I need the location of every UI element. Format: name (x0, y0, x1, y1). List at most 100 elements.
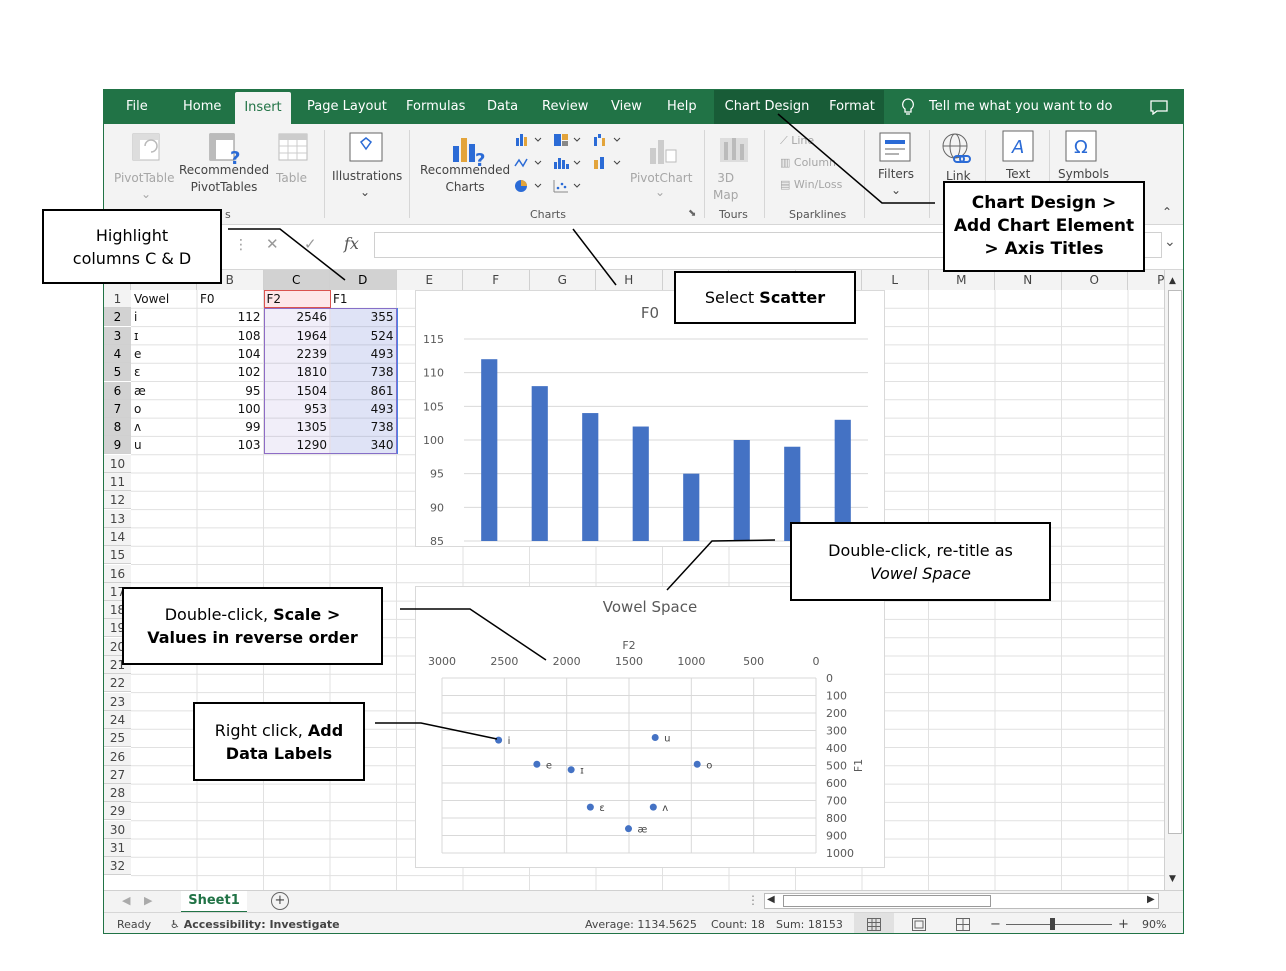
table-cell[interactable]: 1290 (264, 436, 331, 454)
table-cell[interactable]: 95 (197, 382, 264, 400)
table-cell[interactable]: æ (131, 382, 197, 400)
combo-chart-icon[interactable] (593, 156, 623, 170)
table-cell[interactable]: 1964 (264, 327, 331, 345)
table-cell[interactable]: ɪ (131, 327, 197, 345)
table-button[interactable]: Table (276, 170, 307, 187)
comments-icon[interactable] (1150, 100, 1168, 115)
vertical-scrollbar[interactable]: ▲ ▼ (1164, 270, 1183, 890)
scatter-point[interactable] (567, 766, 575, 774)
statistic-chart-icon[interactable] (553, 156, 583, 170)
f0-chart[interactable]: F0859095100105110115iɪeɛæoʌu (415, 290, 885, 561)
row-header-27[interactable]: 27 (104, 765, 131, 784)
pivottable-button[interactable]: PivotTable (114, 170, 175, 187)
collapse-ribbon-chevron[interactable]: ⌃ (1162, 204, 1172, 221)
table-cell[interactable]: ʌ (131, 418, 197, 436)
recommended-charts-button[interactable]: Recommended Charts (420, 162, 510, 196)
sheet-scroll-left[interactable]: ◀ (122, 894, 130, 907)
f0-bar[interactable] (531, 386, 548, 541)
sparkline-winloss-button[interactable]: ▤ Win/Loss (780, 176, 842, 193)
scatter-data-label[interactable]: o (706, 760, 712, 771)
row-header-10[interactable]: 10 (104, 454, 131, 473)
row-header-14[interactable]: 14 (104, 527, 131, 546)
filters-dropdown-chevron[interactable]: ⌄ (891, 182, 901, 199)
row-header-4[interactable]: 4 (104, 344, 131, 363)
scatter-point[interactable] (651, 734, 659, 741)
tab-page-layout[interactable]: Page Layout (307, 90, 387, 124)
table-cell[interactable]: 738 (330, 363, 397, 381)
illustrations-dropdown-chevron[interactable]: ⌄ (360, 184, 370, 201)
tab-split-handle[interactable]: ⋮ (747, 893, 759, 907)
tab-formulas[interactable]: Formulas (406, 90, 465, 124)
column-header-g[interactable]: G (529, 270, 596, 290)
f1-axis-title[interactable]: F1 (852, 759, 865, 772)
line-chart-icon[interactable] (514, 156, 544, 170)
scatter-point[interactable] (533, 760, 541, 768)
header-cell[interactable]: Vowel (131, 290, 197, 308)
table-cell[interactable]: 1810 (264, 363, 331, 381)
row-header-26[interactable]: 26 (104, 747, 131, 766)
horizontal-scroll-thumb[interactable] (783, 895, 991, 907)
row-header-29[interactable]: 29 (104, 802, 131, 821)
sparkline-column-button[interactable]: ▥ Column (780, 154, 836, 171)
table-cell[interactable]: 100 (197, 400, 264, 418)
row-header-1[interactable]: 1 (104, 290, 131, 308)
scatter-chart-icon[interactable] (553, 179, 583, 193)
header-cell[interactable]: F1 (330, 290, 397, 308)
cancel-icon[interactable]: ✕ (266, 235, 279, 253)
scatter-data-label[interactable]: i (508, 736, 511, 747)
filters-button[interactable]: Filters (878, 166, 914, 183)
charts-dialog-launcher[interactable]: ⬊ (688, 208, 696, 219)
table-cell[interactable]: o (131, 400, 197, 418)
f0-bar[interactable] (632, 426, 649, 541)
pie-chart-icon[interactable] (514, 179, 544, 193)
hierarchy-chart-icon[interactable] (553, 133, 583, 147)
scatter-data-label[interactable]: ɪ (580, 766, 584, 777)
row-header-15[interactable]: 15 (104, 546, 131, 565)
new-sheet-button[interactable]: + (271, 892, 289, 910)
tell-me-search[interactable]: Tell me what you want to do (929, 90, 1112, 124)
tab-file[interactable]: File (126, 90, 148, 124)
header-cell[interactable]: F2 (264, 290, 331, 308)
f0-bar[interactable] (683, 473, 700, 541)
vowel-space-chart[interactable]: Vowel Space F2 F1 0 100 200 300 400 500 600 700 800… (415, 586, 885, 868)
row-header-22[interactable]: 22 (104, 674, 131, 693)
table-cell[interactable]: 493 (330, 400, 397, 418)
row-header-6[interactable]: 6 (104, 381, 131, 400)
column-header-c[interactable]: C (263, 270, 330, 290)
column-header-e[interactable]: E (396, 270, 463, 290)
scroll-down-arrow[interactable]: ▼ (1169, 874, 1176, 884)
sparkline-line-button[interactable]: ⟋ Line (780, 132, 814, 149)
row-header-32[interactable]: 32 (104, 857, 131, 876)
row-header-8[interactable]: 8 (104, 418, 131, 437)
row-header-5[interactable]: 5 (104, 363, 131, 382)
sheet-scroll-right[interactable]: ▶ (144, 894, 152, 907)
pivotchart-dropdown-chevron[interactable]: ⌄ (655, 184, 665, 201)
tab-help[interactable]: Help (667, 90, 697, 124)
column-header-m[interactable]: M (928, 270, 995, 290)
table-cell[interactable]: 1305 (264, 418, 331, 436)
scatter-data-label[interactable]: ʌ (662, 803, 668, 814)
page-break-view-icon[interactable] (956, 918, 970, 931)
zoom-out-button[interactable]: − (990, 913, 1001, 933)
row-header-13[interactable]: 13 (104, 509, 131, 528)
expand-formula-bar-chevron[interactable]: ⌄ (1164, 234, 1176, 250)
table-cell[interactable]: 738 (330, 418, 397, 436)
table-cell[interactable]: 355 (330, 308, 397, 326)
row-header-12[interactable]: 12 (104, 491, 131, 510)
row-header-28[interactable]: 28 (104, 784, 131, 803)
row-header-25[interactable]: 25 (104, 729, 131, 748)
tab-format[interactable]: Format (820, 90, 884, 124)
tab-view[interactable]: View (611, 90, 642, 124)
table-cell[interactable]: 953 (264, 400, 331, 418)
column-chart-icon[interactable] (514, 133, 544, 147)
zoom-in-button[interactable]: + (1118, 913, 1129, 933)
table-cell[interactable]: u (131, 436, 197, 454)
table-cell[interactable]: 102 (197, 363, 264, 381)
table-cell[interactable]: 104 (197, 345, 264, 363)
row-header-30[interactable]: 30 (104, 820, 131, 839)
f0-bar[interactable] (481, 359, 498, 541)
row-header-11[interactable]: 11 (104, 473, 131, 491)
f0-chart-title[interactable]: F0 (641, 304, 659, 322)
scatter-point[interactable] (693, 760, 701, 768)
3d-map-button[interactable]: 3D Map (713, 170, 738, 204)
